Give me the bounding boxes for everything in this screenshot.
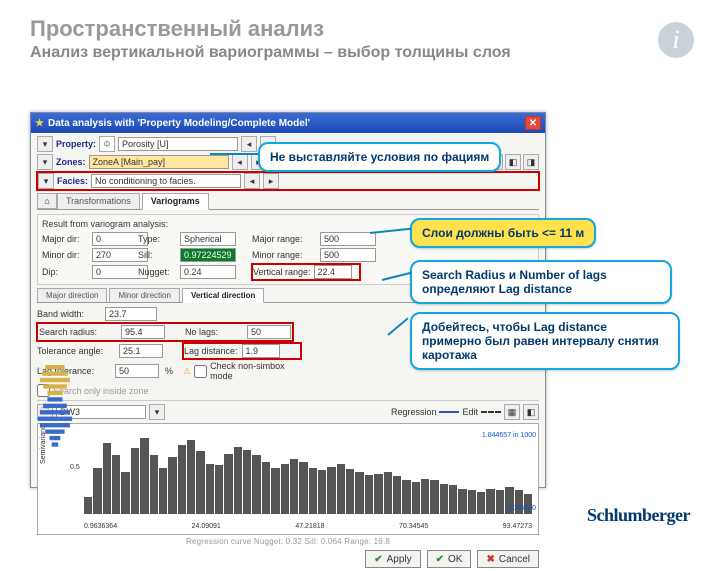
next-icon[interactable]: ▸ xyxy=(263,173,279,189)
lag-tolerance-field[interactable]: 50 xyxy=(115,364,159,378)
dip-label: Dip: xyxy=(42,267,86,277)
titlebar[interactable]: ★ Data analysis with 'Property Modeling/… xyxy=(31,113,545,133)
type-label: Type: xyxy=(138,234,174,244)
regression-label: Regression xyxy=(391,407,437,417)
warning-icon: ⚠ xyxy=(183,366,191,377)
facies-label: Facies: xyxy=(57,176,88,186)
callout-layers: Слои должны быть <= 11 м xyxy=(410,218,596,248)
chart-ytick: 0.5 xyxy=(70,464,80,471)
lag-distance-group: Lag distance: 1.9 xyxy=(183,343,301,359)
window-title: Data analysis with 'Property Modeling/Co… xyxy=(48,118,310,129)
callout-lag-distance: Добейтесь, чтобы Lag distance примерно б… xyxy=(410,312,680,370)
minor-range-label: Minor range: xyxy=(252,250,314,260)
callout-search-lags: Search Radius и Number of lags определяю… xyxy=(410,260,672,304)
sill-label: Sill: xyxy=(138,250,174,260)
cancel-button[interactable]: ✖Cancel xyxy=(477,550,539,568)
chart-right-labels: 1.844657 in 1000 0.005900 xyxy=(482,432,536,512)
edit-label: Edit xyxy=(462,407,478,417)
search-radius-field[interactable]: 95.4 xyxy=(121,325,165,339)
vertical-range-field[interactable]: 22.4 xyxy=(314,265,352,279)
search-nolags-group: Search radius: 95.4 No lags: 50 xyxy=(37,323,293,341)
dropdown-icon[interactable]: ▾ xyxy=(37,136,53,152)
tab-variograms[interactable]: Variograms xyxy=(142,193,209,210)
regression-caption: Regression curve Nugget: 0.32 Sill: 0.06… xyxy=(37,537,539,546)
minor-dir-label: Minor dir: xyxy=(42,250,86,260)
type-field[interactable]: Spherical xyxy=(180,232,236,246)
major-dir-label: Major dir: xyxy=(42,234,86,244)
percent-label: % xyxy=(165,366,177,376)
tab-vertical-direction[interactable]: Vertical direction xyxy=(182,288,264,303)
major-range-field[interactable]: 500 xyxy=(320,232,376,246)
chart-xlabels: 0.9636364 24.09091 47.21818 70.34545 93.… xyxy=(84,523,532,530)
no-lags-label: No lags: xyxy=(185,327,237,337)
dropdown-icon[interactable]: ▾ xyxy=(149,404,165,420)
tab-transformations[interactable]: Transformations xyxy=(57,193,140,209)
facies-field[interactable]: No conditioning to facies. xyxy=(91,174,241,188)
slide-title: Пространственный анализ xyxy=(30,16,324,42)
band-width-label: Band width: xyxy=(37,309,97,319)
porosity-icon: Φ xyxy=(99,136,115,152)
variogram-chart: Semivariance 0.5 0.963636 xyxy=(37,423,539,535)
main-tabs: ⌂ Transformations Variograms xyxy=(37,193,539,210)
edit-line-icon xyxy=(481,411,501,413)
property-label: Property: xyxy=(56,139,96,149)
chart-curve xyxy=(84,430,532,535)
callout-facies: Не выставляйте условия по фациям xyxy=(258,142,501,172)
tool-icon[interactable]: ◧ xyxy=(505,154,521,170)
nugget-field[interactable]: 0.24 xyxy=(180,265,236,279)
no-lags-field[interactable]: 50 xyxy=(247,325,291,339)
check-simbox-label: Check non-simbox mode xyxy=(210,361,293,381)
sub-histogram xyxy=(34,365,78,451)
schlumberger-logo: Schlumberger xyxy=(587,505,690,526)
tool-icon[interactable]: ▦ xyxy=(504,404,520,420)
star-icon: ★ xyxy=(35,118,44,129)
tab-icon[interactable]: ⌂ xyxy=(37,193,57,209)
prev-icon[interactable]: ◂ xyxy=(232,154,248,170)
vertical-range-label: Vertical range: xyxy=(253,267,311,277)
band-width-field[interactable]: 23.7 xyxy=(105,307,157,321)
lag-distance-field[interactable]: 1.9 xyxy=(242,344,280,358)
tool-icon[interactable]: ◨ xyxy=(523,154,539,170)
tolerance-angle-field[interactable]: 25.1 xyxy=(119,344,163,358)
prev-icon[interactable]: ◂ xyxy=(241,136,257,152)
arrow-icon xyxy=(210,153,258,155)
prev-icon[interactable]: ◂ xyxy=(244,173,260,189)
sill-field[interactable]: 0.97224529 xyxy=(180,248,236,262)
major-range-label: Major range: xyxy=(252,234,314,244)
minor-range-field[interactable]: 500 xyxy=(320,248,376,262)
lag-distance-label: Lag distance: xyxy=(184,346,238,356)
zones-label: Zones: xyxy=(56,157,86,167)
apply-button[interactable]: ✔Apply xyxy=(365,550,420,568)
check-simbox[interactable] xyxy=(194,365,207,378)
zones-field[interactable]: ZoneA [Main_pay] xyxy=(89,155,229,169)
tab-major-direction[interactable]: Major direction xyxy=(37,288,107,302)
dialog-footer: ✔Apply ✔OK ✖Cancel xyxy=(37,550,539,568)
tolerance-angle-label: Tolerance angle: xyxy=(37,346,109,356)
slide-subtitle: Анализ вертикальной вариограммы – выбор … xyxy=(30,44,511,62)
close-icon[interactable]: ✕ xyxy=(525,116,541,130)
tool-icon[interactable]: ◧ xyxy=(523,404,539,420)
dropdown-icon[interactable]: ▾ xyxy=(38,173,54,189)
property-field[interactable]: Porosity [U] xyxy=(118,137,238,151)
search-radius-label: Search radius: xyxy=(39,327,111,337)
ok-button[interactable]: ✔OK xyxy=(427,550,472,568)
tab-minor-direction[interactable]: Minor direction xyxy=(109,288,179,302)
regression-line-icon xyxy=(439,411,459,413)
dropdown-icon[interactable]: ▾ xyxy=(37,154,53,170)
info-icon: i xyxy=(658,22,694,58)
nugget-label: Nugget: xyxy=(138,267,174,277)
